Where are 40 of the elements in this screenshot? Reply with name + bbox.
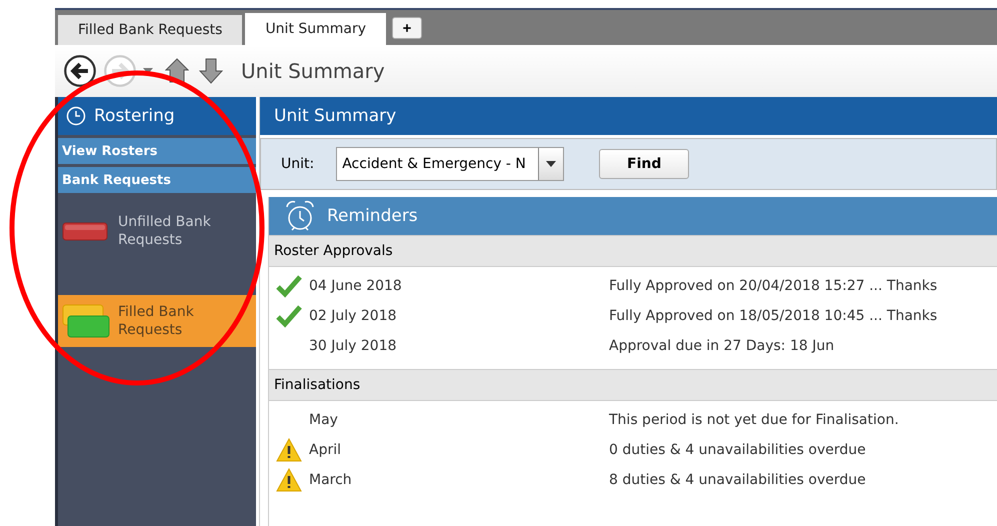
check-icon: [276, 274, 302, 298]
section-title: Roster Approvals: [274, 243, 393, 259]
status-text: Fully Approved on 18/05/2018 10:45 ... Thanks: [609, 308, 938, 324]
unit-label: Unit:: [281, 156, 314, 172]
stacked-bars-icon: [62, 304, 110, 338]
sidebar-item[interactable]: Filled Bank Requests: [58, 295, 256, 347]
find-button[interactable]: Find: [599, 149, 690, 179]
sidebar-item[interactable]: Unfilled Bank Requests: [58, 205, 256, 257]
down-arrow-icon[interactable]: [199, 58, 223, 84]
unit-dropdown[interactable]: Accident & Emergency - N: [336, 147, 564, 181]
warning-icon: [276, 468, 302, 492]
sidebar-link[interactable]: View Rosters: [58, 138, 256, 164]
back-icon[interactable]: [63, 54, 97, 88]
section-title: Finalisations: [274, 377, 360, 393]
warning-icon: [276, 438, 302, 462]
status-text: 8 duties & 4 unavailabilities overdue: [609, 472, 866, 488]
caret-icon[interactable]: [143, 68, 153, 74]
period-name: May: [309, 412, 339, 428]
tab[interactable]: Filled Bank Requests: [58, 15, 242, 45]
period-name: 04 June 2018: [309, 278, 403, 294]
reminders-title: Reminders: [327, 206, 418, 226]
sidebar-link[interactable]: Bank Requests: [58, 167, 256, 193]
period-name: April: [309, 442, 342, 458]
panel-title: Unit Summary: [274, 106, 396, 126]
caret-icon[interactable]: [546, 161, 556, 167]
clock-icon: [66, 106, 86, 126]
page-title: Unit Summary: [241, 59, 385, 83]
period-name: March: [309, 472, 353, 488]
period-name: 30 July 2018: [309, 338, 398, 354]
new-tab-button[interactable]: +: [392, 17, 422, 39]
status-text: Fully Approved on 20/04/2018 15:27 ... Thanks: [609, 278, 938, 294]
sidebar-title: Rostering: [94, 106, 175, 126]
period-name: 02 July 2018: [309, 308, 398, 324]
status-text: Approval due in 27 Days: 18 Jun: [609, 338, 834, 354]
sidebar-header[interactable]: Rostering: [58, 97, 256, 135]
status-text: 0 duties & 4 unavailabilities overdue: [609, 442, 866, 458]
status-text: This period is not yet due for Finalisation.: [609, 412, 899, 428]
check-icon: [276, 304, 302, 328]
home-icon[interactable]: [165, 58, 189, 84]
tab[interactable]: Unit Summary: [245, 13, 386, 45]
